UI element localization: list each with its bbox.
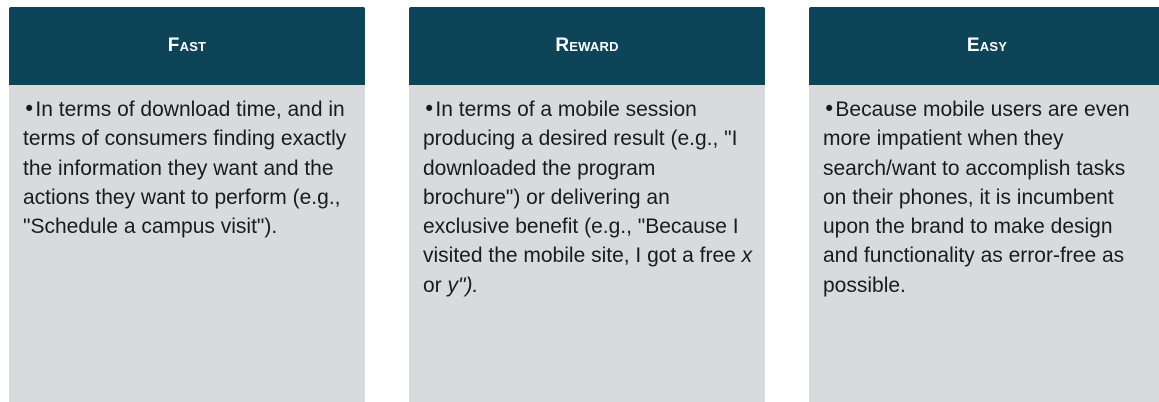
card-text-easy-content: Because mobile users are even more impat… [823,98,1130,297]
card-fast: Fast •In terms of download time, and in … [9,7,365,402]
card-body-fast: •In terms of download time, and in terms… [9,85,365,402]
card-easy: Easy •Because mobile users are even more… [809,7,1159,402]
bullet-icon: • [23,97,36,121]
card-text-reward: •In terms of a mobile session producing … [423,95,753,300]
card-text-reward-x: x [741,244,753,268]
card-text-fast: •In terms of download time, and in terms… [23,95,353,241]
card-title-reward: Reward [409,7,765,85]
card-reward: Reward •In terms of a mobile session pro… [409,7,765,402]
card-text-reward-or: or [423,273,448,297]
card-body-reward: •In terms of a mobile session producing … [409,85,765,402]
card-body-easy: •Because mobile users are even more impa… [809,85,1159,402]
bullet-icon: • [423,97,436,121]
card-text-easy: •Because mobile users are even more impa… [823,95,1153,300]
card-text-reward-main: In terms of a mobile session producing a… [423,98,742,268]
card-title-fast: Fast [9,7,365,85]
card-title-easy: Easy [809,7,1159,85]
bullet-icon: • [823,97,836,121]
three-card-diagram: Fast •In terms of download time, and in … [0,0,1159,402]
card-text-reward-y: y"). [447,273,479,297]
card-text-fast-content: In terms of download time, and in terms … [23,98,347,239]
